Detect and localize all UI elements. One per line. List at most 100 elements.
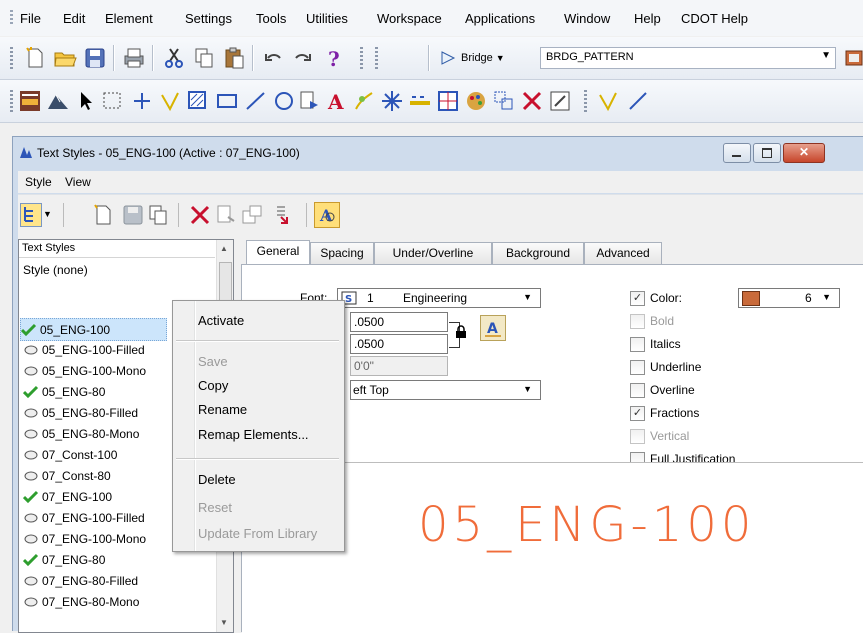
menu-item-activate[interactable]: Activate [198, 313, 244, 328]
menu-style[interactable]: Style [25, 175, 52, 189]
list-item[interactable]: 07_Const-80 [23, 465, 111, 486]
list-item[interactable]: Style (none) [23, 259, 88, 280]
toolbar-grip[interactable] [360, 47, 363, 69]
fit-view-icon[interactable] [548, 89, 572, 113]
toolbar-grip[interactable] [584, 90, 587, 112]
menu-item-rename[interactable]: Rename [198, 402, 247, 417]
menu-item-remap-elements[interactable]: Remap Elements... [198, 427, 309, 442]
menu-window[interactable]: Window [564, 11, 610, 26]
list-item[interactable]: 07_ENG-100 [23, 486, 112, 507]
save-icon[interactable] [83, 46, 107, 70]
list-item[interactable]: 05_ENG-100-Filled [23, 339, 145, 360]
circle-icon[interactable] [272, 89, 296, 113]
list-item[interactable]: 07_Const-100 [23, 444, 117, 465]
list-item[interactable]: 07_ENG-80 [23, 549, 105, 570]
arc-icon[interactable] [244, 89, 268, 113]
scroll-up-icon[interactable]: ▲ [220, 244, 228, 253]
place-line-icon[interactable] [158, 89, 182, 113]
select-box-icon[interactable] [101, 89, 125, 113]
reset-style-icon[interactable] [214, 203, 238, 227]
close-button[interactable]: ✕ [783, 143, 825, 163]
color-dropdown[interactable]: 6 ▼ [738, 288, 840, 308]
delete-element-icon[interactable] [520, 89, 544, 113]
italics-checkbox[interactable] [630, 337, 645, 352]
menu-settings[interactable]: Settings [185, 11, 232, 26]
rectangle-icon[interactable] [215, 89, 239, 113]
level-combo[interactable]: BRDG_PATTERN ▼ [540, 47, 836, 69]
tab-spacing[interactable]: Spacing [310, 242, 374, 264]
bridge-dropdown-button[interactable]: Bridge ▼ [440, 48, 505, 68]
menu-edit[interactable]: Edit [63, 11, 85, 26]
list-item[interactable]: 05_ENG-80 [23, 381, 105, 402]
overline-checkbox[interactable] [630, 383, 645, 398]
delete-style-icon[interactable] [188, 203, 212, 227]
undo-icon[interactable] [262, 46, 286, 70]
list-item[interactable]: 05_ENG-100-Mono [23, 360, 146, 381]
menu-item-update-from-library[interactable]: Update From Library [198, 526, 317, 541]
chevron-down-icon[interactable]: ▼ [43, 209, 52, 219]
toolbar-grip[interactable] [375, 47, 378, 69]
cell-icon[interactable] [298, 89, 322, 113]
menu-cdot-help[interactable]: CDOT Help [681, 11, 748, 26]
tab-general[interactable]: General [246, 240, 310, 265]
lock-icon[interactable] [455, 325, 467, 339]
menu-item-delete[interactable]: Delete [198, 472, 236, 487]
text-icon[interactable]: A [325, 89, 349, 113]
import-style-icon[interactable] [271, 203, 295, 227]
menu-element[interactable]: Element [105, 11, 153, 26]
fence-tool-icon[interactable] [46, 89, 70, 113]
menu-workspace[interactable]: Workspace [377, 11, 442, 26]
star-icon[interactable] [380, 89, 404, 113]
menu-item-save[interactable]: Save [198, 354, 228, 369]
grid-icon[interactable] [436, 89, 460, 113]
color-checkbox[interactable]: ✓ [630, 291, 645, 306]
match-text-button[interactable]: A [314, 202, 340, 228]
list-item[interactable]: 07_ENG-100-Filled [23, 507, 145, 528]
underline-checkbox[interactable] [630, 360, 645, 375]
paste-icon[interactable] [222, 46, 246, 70]
menu-file[interactable]: File [20, 11, 41, 26]
maximize-button[interactable] [753, 143, 781, 163]
line-icon[interactable] [626, 89, 650, 113]
width-field[interactable]: .0500 [350, 312, 448, 332]
tab-advanced[interactable]: Advanced [584, 242, 662, 264]
redo-icon[interactable] [290, 46, 314, 70]
fractions-checkbox[interactable]: ✓ [630, 406, 645, 421]
menu-utilities[interactable]: Utilities [306, 11, 348, 26]
text-preview-button[interactable]: A [480, 315, 506, 341]
minimize-button[interactable] [723, 143, 751, 163]
menu-item-reset[interactable]: Reset [198, 500, 232, 515]
list-item[interactable]: 07_ENG-80-Filled [23, 570, 138, 591]
list-header[interactable]: Text Styles [19, 240, 215, 258]
help-question-icon[interactable]: ? [322, 46, 346, 70]
menu-view[interactable]: View [65, 175, 91, 189]
smartline-icon[interactable] [596, 89, 620, 113]
tab-background[interactable]: Background [492, 242, 584, 264]
measure-icon[interactable] [408, 89, 432, 113]
menubar-grip[interactable] [10, 10, 13, 26]
tab-under-overline[interactable]: Under/Overline [374, 242, 492, 264]
cut-icon[interactable] [162, 46, 186, 70]
open-folder-icon[interactable] [53, 46, 77, 70]
list-item-selected[interactable]: 05_ENG-100 [20, 318, 167, 341]
bold-checkbox[interactable] [630, 314, 645, 329]
palette-icon[interactable] [464, 89, 488, 113]
dimension-icon[interactable] [352, 89, 376, 113]
vertical-checkbox[interactable] [630, 429, 645, 444]
print-icon[interactable] [122, 46, 146, 70]
copy-style-icon[interactable] [146, 203, 170, 227]
menu-help[interactable]: Help [634, 11, 661, 26]
cdot-tool-icon[interactable] [18, 89, 42, 113]
menu-tools[interactable]: Tools [256, 11, 286, 26]
group-icon[interactable] [492, 89, 516, 113]
save-style-icon[interactable] [121, 203, 145, 227]
pointer-icon[interactable] [73, 89, 97, 113]
justification-dropdown[interactable]: eft Top ▼ [350, 380, 541, 400]
update-library-icon[interactable] [240, 203, 264, 227]
height-field[interactable]: .0500 [350, 334, 448, 354]
list-item[interactable]: 05_ENG-80-Mono [23, 423, 139, 444]
list-item[interactable]: 07_ENG-80-Mono [23, 591, 139, 612]
pattern-icon[interactable] [186, 89, 210, 113]
list-item[interactable]: 07_ENG-100-Mono [23, 528, 146, 549]
list-item[interactable]: 05_ENG-80-Filled [23, 402, 138, 423]
